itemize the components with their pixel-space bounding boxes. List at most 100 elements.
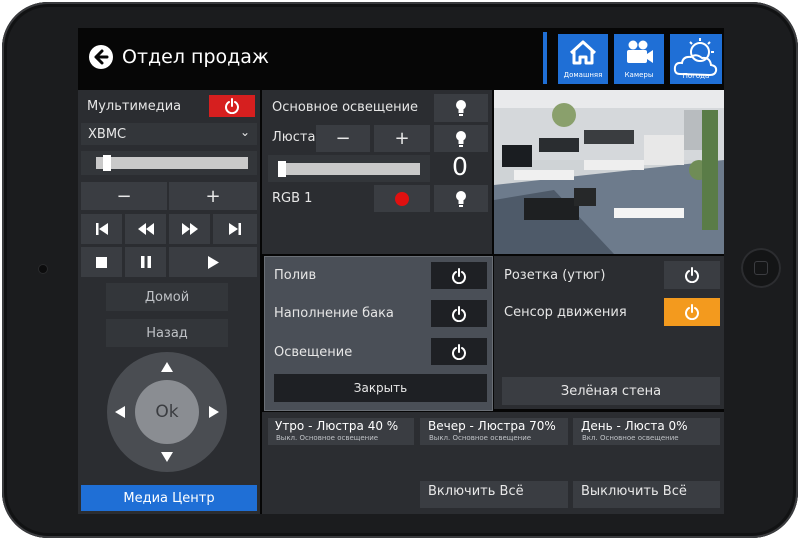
media-back-button[interactable]: Назад [106, 319, 228, 347]
rgb-label: RGB 1 [272, 191, 313, 206]
nav-weather-label: Погода [682, 72, 710, 80]
scene-day-button[interactable]: День - Люста 0% Вкл. Основное освещение [573, 418, 720, 445]
office-camera-image [494, 90, 724, 254]
tank-power-button[interactable] [431, 300, 487, 327]
dpad: Ok [107, 352, 227, 472]
lightbulb-icon [456, 130, 466, 147]
scene-title: День - Люста 0% [581, 419, 688, 433]
dpad-up[interactable] [157, 358, 177, 376]
chandelier-plus-button[interactable]: + [374, 125, 430, 152]
header-accent-bar [543, 32, 547, 84]
fast-forward-button[interactable] [169, 214, 210, 244]
green-wall-button[interactable]: Зелёная стена [502, 377, 720, 405]
chevron-down-icon: ⌄ [239, 125, 250, 139]
chandelier-level-value: 0 [452, 152, 468, 181]
skip-forward-icon [229, 223, 241, 235]
volume-slider-thumb[interactable] [103, 155, 112, 171]
fast-forward-icon [181, 223, 198, 235]
arrow-down-icon [161, 452, 173, 462]
rewind-button[interactable] [125, 214, 166, 244]
popup-close-button[interactable]: Закрыть [274, 374, 487, 402]
stop-button[interactable] [81, 247, 122, 277]
rgb-light-button[interactable] [434, 185, 488, 212]
page-title: Отдел продаж [122, 46, 270, 68]
power-icon [685, 267, 699, 283]
arrow-right-icon [209, 406, 219, 418]
play-icon [207, 255, 219, 269]
lightbulb-icon [456, 190, 466, 207]
scene-subtitle: Вкл. Основное освещение [582, 434, 679, 442]
arrow-left-icon [115, 406, 125, 418]
lightbulb-icon [456, 100, 466, 116]
socket-label: Розетка (утюг) [504, 268, 606, 283]
watering-power-button[interactable] [431, 262, 487, 289]
chandelier-label: Люста [272, 130, 316, 145]
front-camera [39, 265, 47, 273]
nav-weather[interactable]: Погода [670, 34, 722, 84]
previous-track-button[interactable] [81, 214, 122, 244]
scene-title: Вечер - Люстра 70% [428, 419, 556, 433]
nav-home[interactable]: Домашняя [558, 34, 608, 84]
power-icon [452, 305, 466, 322]
rewind-icon [137, 223, 154, 235]
all-on-label: Включить Всё [428, 484, 524, 499]
volume-plus-button[interactable]: + [169, 182, 257, 210]
pause-icon [140, 256, 151, 268]
media-home-button[interactable]: Домой [106, 283, 228, 311]
power-icon [685, 304, 699, 320]
power-icon [452, 343, 466, 360]
dpad-right[interactable] [205, 402, 223, 422]
media-center-button[interactable]: Медиа Центр [81, 485, 257, 511]
stop-icon [96, 256, 107, 268]
camera-feed[interactable] [494, 90, 724, 254]
rgb-color-dot [395, 191, 409, 206]
scene-title: Утро - Люстра 40 % [275, 419, 399, 433]
volume-minus-button[interactable]: − [81, 182, 167, 210]
media-label: Мультимедиа [87, 99, 182, 114]
power-icon [452, 267, 466, 284]
source-select[interactable]: XBMC ⌄ [81, 123, 257, 145]
skip-back-icon [95, 223, 108, 235]
source-select-value: XBMC [88, 126, 127, 142]
chandelier-slider[interactable] [268, 155, 430, 182]
dpad-down[interactable] [157, 448, 177, 466]
nav-home-label: Домашняя [563, 71, 603, 79]
play-button[interactable] [169, 247, 257, 277]
back-arrow-icon [89, 45, 113, 69]
app-screen: Отдел продаж Домашняя Камеры Погода Муль… [78, 28, 724, 514]
chandelier-minus-button[interactable]: − [316, 125, 370, 152]
chandelier-slider-thumb[interactable] [278, 161, 286, 177]
popup-lighting-power-button[interactable] [431, 338, 487, 365]
nav-cameras[interactable]: Камеры [614, 34, 664, 84]
scene-morning-button[interactable]: Утро - Люстра 40 % Выкл. Основное освеще… [268, 418, 414, 445]
home-icon [569, 40, 597, 65]
motion-sensor-label: Сенсор движения [504, 305, 627, 320]
main-light-button[interactable] [434, 94, 488, 122]
dpad-left[interactable] [111, 402, 129, 422]
media-power-button[interactable] [209, 95, 255, 117]
camera-icon [627, 40, 653, 63]
popup-item-label-tank: Наполнение бака [274, 306, 394, 321]
scene-evening-button[interactable]: Вечер - Люстра 70% Выкл. Основное освеще… [420, 418, 568, 445]
all-on-button[interactable]: Включить Всё [420, 481, 568, 508]
scene-subtitle: Выкл. Основное освещение [276, 434, 379, 442]
all-off-button[interactable]: Выключить Всё [573, 481, 720, 508]
back-button[interactable] [88, 44, 114, 70]
nav-cameras-label: Камеры [624, 71, 654, 79]
socket-power-button[interactable] [664, 261, 720, 289]
volume-slider-track [96, 157, 248, 169]
motion-sensor-power-button[interactable] [664, 298, 720, 326]
power-icon [225, 98, 239, 114]
chandelier-light-button[interactable] [434, 125, 488, 152]
tablet-home-button[interactable] [741, 248, 781, 288]
arrow-up-icon [161, 362, 173, 372]
dpad-ok-button[interactable]: Ok [135, 380, 199, 444]
pause-button[interactable] [125, 247, 166, 277]
main-light-label: Основное освещение [272, 100, 419, 115]
scene-subtitle: Выкл. Основное освещение [429, 434, 532, 442]
next-track-button[interactable] [213, 214, 257, 244]
chandelier-slider-track [278, 163, 420, 175]
all-off-label: Выключить Всё [581, 484, 687, 499]
rgb-color-button[interactable] [374, 185, 430, 212]
volume-slider[interactable] [81, 151, 257, 175]
